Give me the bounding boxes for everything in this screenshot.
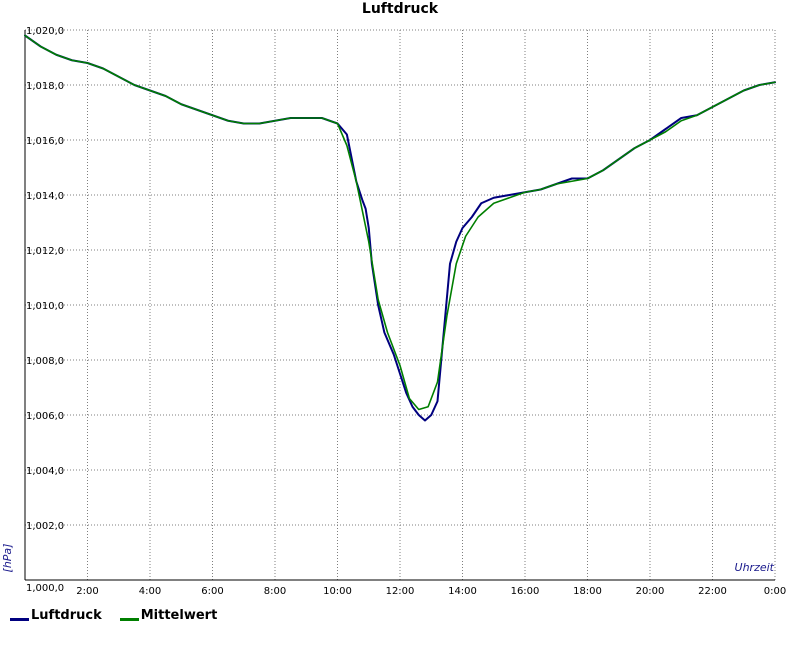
legend-label-mittelwert: Mittelwert: [140, 608, 218, 623]
legend-swatch-luftdruck: [10, 618, 29, 621]
legend: Luftdruck Mittelwert: [10, 608, 217, 623]
x-tick-label: 22:00: [698, 586, 727, 597]
y-tick-label: 1,016,0: [26, 136, 64, 147]
x-tick-label: 16:00: [511, 586, 540, 597]
legend-label-luftdruck: Luftdruck: [31, 608, 102, 623]
y-axis-label: [hPa]: [1, 544, 14, 573]
legend-item-mittelwert: Mittelwert: [119, 608, 218, 623]
x-tick-label: 8:00: [264, 586, 286, 597]
x-tick-label: 2:00: [76, 586, 98, 597]
y-tick-label: 1,010,0: [26, 301, 64, 312]
y-tick-label: 1,002,0: [26, 521, 64, 532]
x-tick-label: 12:00: [386, 586, 415, 597]
chart: Luftdruck 1,000,01,002,01,004,01,006,01,…: [1, 1, 786, 597]
chart-title: Luftdruck: [362, 1, 439, 17]
y-tick-label: 1,012,0: [26, 246, 64, 257]
y-tick-label: 1,000,0: [26, 583, 64, 594]
legend-swatch-mittelwert: [119, 618, 139, 621]
legend-item-luftdruck: Luftdruck: [10, 608, 102, 623]
x-tick-label: 10:00: [323, 586, 352, 597]
y-tick-label: 1,020,0: [26, 26, 64, 37]
grid: [25, 29, 776, 580]
y-tick-label: 1,008,0: [26, 356, 64, 367]
x-tick-label: 18:00: [573, 586, 602, 597]
x-axis-label: Uhrzeit: [735, 561, 775, 574]
y-tick-label: 1,004,0: [26, 466, 64, 477]
x-tick-label: 0:00: [764, 586, 786, 597]
y-tick-label: 1,014,0: [26, 191, 64, 202]
x-tick-label: 14:00: [448, 586, 477, 597]
x-tick-label: 20:00: [636, 586, 665, 597]
y-tick-label: 1,018,0: [26, 81, 64, 92]
x-tick-label: 6:00: [201, 586, 223, 597]
x-tick-label: 4:00: [139, 586, 161, 597]
tick-labels: 1,000,0 1,002,0 1,004,0 1,006,0 1,008,0 1,010…: [26, 26, 786, 597]
y-tick-label: 1,006,0: [26, 411, 64, 422]
